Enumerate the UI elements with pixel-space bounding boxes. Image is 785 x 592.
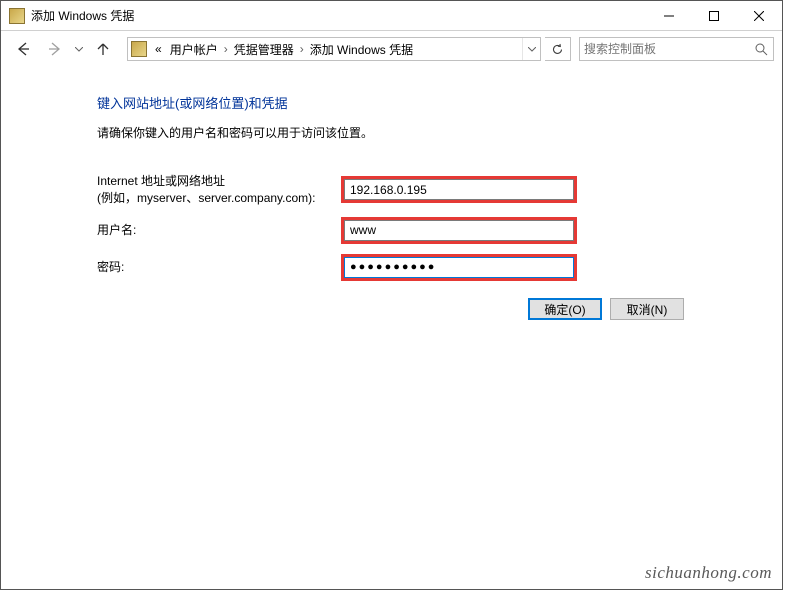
address-dropdown[interactable] bbox=[522, 38, 540, 60]
username-label: 用户名: bbox=[97, 222, 341, 239]
page-subtext: 请确保你键入的用户名和密码可以用于访问该位置。 bbox=[97, 124, 782, 141]
breadcrumb-prefix: « bbox=[151, 42, 166, 56]
password-input[interactable] bbox=[344, 257, 574, 278]
page-heading: 键入网站地址(或网络位置)和凭据 bbox=[97, 93, 782, 112]
search-box[interactable] bbox=[579, 37, 774, 61]
username-input[interactable] bbox=[344, 220, 574, 241]
address-bar[interactable]: « 用户帐户 › 凭据管理器 › 添加 Windows 凭据 bbox=[127, 37, 541, 61]
form-row-address: Internet 地址或网络地址 (例如，myserver、server.com… bbox=[97, 173, 782, 207]
breadcrumb-item[interactable]: 添加 Windows 凭据 bbox=[306, 41, 417, 58]
highlight-box bbox=[341, 217, 577, 244]
watermark: sichuanhong.com bbox=[645, 563, 772, 583]
button-row: 确定(O) 取消(N) bbox=[528, 298, 684, 320]
location-icon bbox=[131, 41, 147, 57]
close-button[interactable] bbox=[736, 1, 782, 30]
breadcrumb[interactable]: « 用户帐户 › 凭据管理器 › 添加 Windows 凭据 bbox=[151, 41, 522, 58]
address-input[interactable] bbox=[344, 179, 574, 200]
password-label: 密码: bbox=[97, 259, 341, 276]
breadcrumb-item[interactable]: 用户帐户 bbox=[166, 41, 222, 58]
navbar: « 用户帐户 › 凭据管理器 › 添加 Windows 凭据 bbox=[1, 31, 782, 67]
history-dropdown[interactable] bbox=[73, 35, 85, 63]
forward-button[interactable] bbox=[41, 35, 69, 63]
search-icon[interactable] bbox=[753, 43, 769, 56]
chevron-right-icon: › bbox=[222, 42, 230, 56]
chevron-right-icon: › bbox=[298, 42, 306, 56]
cancel-button[interactable]: 取消(N) bbox=[610, 298, 684, 320]
up-button[interactable] bbox=[89, 35, 117, 63]
ok-button[interactable]: 确定(O) bbox=[528, 298, 602, 320]
back-button[interactable] bbox=[9, 35, 37, 63]
refresh-button[interactable] bbox=[545, 37, 571, 61]
breadcrumb-item[interactable]: 凭据管理器 bbox=[230, 41, 298, 58]
minimize-button[interactable] bbox=[646, 1, 691, 30]
maximize-button[interactable] bbox=[691, 1, 736, 30]
address-label: Internet 地址或网络地址 (例如，myserver、server.com… bbox=[97, 173, 341, 207]
titlebar: 添加 Windows 凭据 bbox=[1, 1, 782, 31]
search-input[interactable] bbox=[584, 42, 753, 56]
form-row-username: 用户名: bbox=[97, 217, 782, 244]
highlight-box bbox=[341, 176, 577, 203]
window-title: 添加 Windows 凭据 bbox=[31, 7, 646, 24]
content-area: 键入网站地址(或网络位置)和凭据 请确保你键入的用户名和密码可以用于访问该位置。… bbox=[1, 67, 782, 281]
highlight-box bbox=[341, 254, 577, 281]
app-icon bbox=[9, 8, 25, 24]
form-row-password: 密码: bbox=[97, 254, 782, 281]
